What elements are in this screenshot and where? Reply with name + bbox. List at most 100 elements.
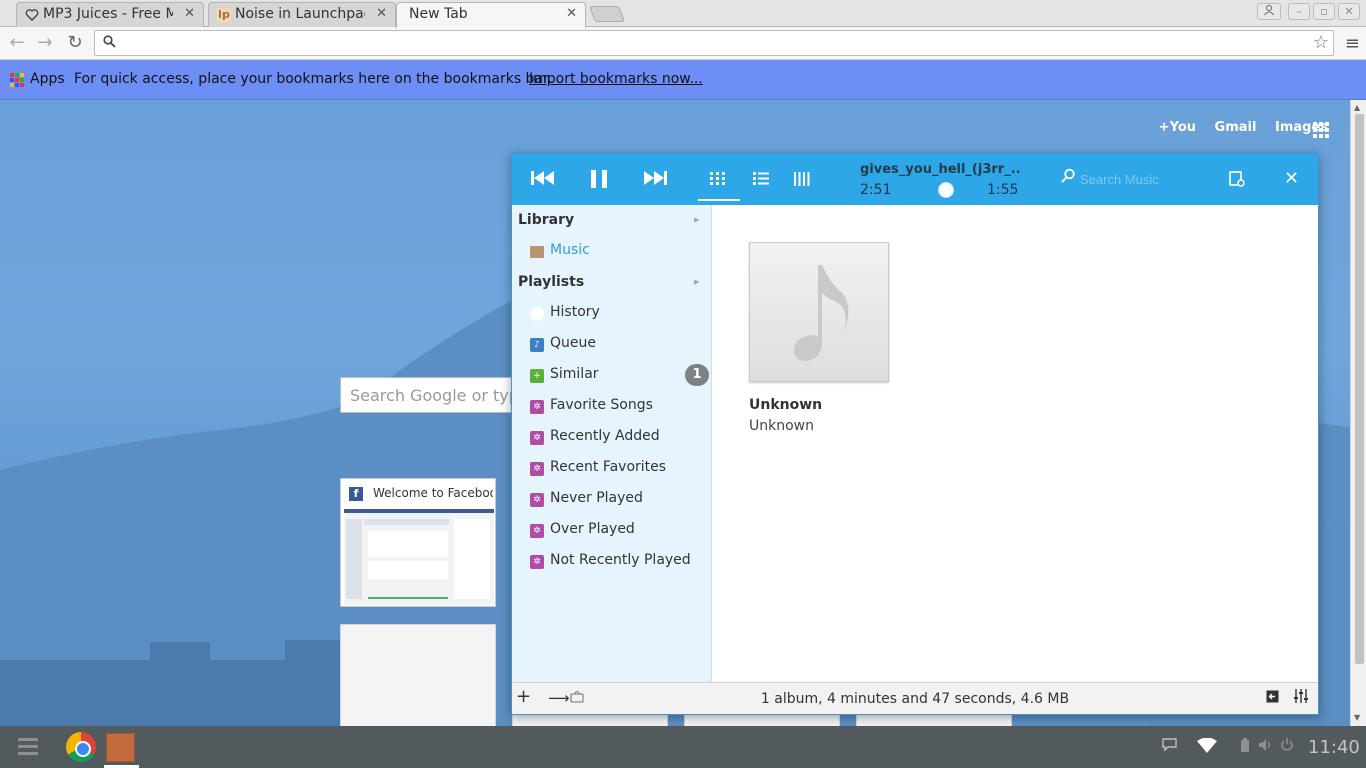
apps-grid-icon[interactable] xyxy=(10,73,24,87)
pause-icon[interactable] xyxy=(590,169,608,193)
search-icon xyxy=(103,35,116,52)
messaging-icon[interactable] xyxy=(1162,738,1177,756)
sidebar-item-similar[interactable]: + Similar xyxy=(530,365,710,389)
menu-icon[interactable]: ≡ xyxy=(1345,33,1360,54)
sidebar-item-never-played[interactable]: ✲ Never Played xyxy=(530,489,710,513)
sidebar-item-label: Similar xyxy=(550,366,599,382)
app-menu-icon[interactable] xyxy=(18,738,38,756)
power-icon[interactable] xyxy=(1280,738,1294,756)
bookmark-star-icon[interactable]: ☆ xyxy=(1313,32,1329,53)
sidebar-item-music[interactable]: Music xyxy=(530,241,710,265)
scroll-down-arrow-icon[interactable]: ▼ xyxy=(1354,713,1360,722)
back-icon[interactable]: ← xyxy=(6,32,28,54)
tab-launchpad[interactable]: lp Noise in Launchpad ✕ xyxy=(208,2,396,27)
gmail-link[interactable]: Gmail xyxy=(1215,120,1257,135)
import-bookmarks-link[interactable]: Import bookmarks now... xyxy=(529,71,703,87)
chrome-launcher-icon[interactable] xyxy=(66,732,96,762)
google-apps-icon[interactable] xyxy=(1313,122,1329,138)
bookmarks-bar: Apps For quick access, place your bookma… xyxy=(0,60,1366,100)
close-tab-icon[interactable]: ✕ xyxy=(566,6,577,21)
info-panel-icon[interactable] xyxy=(1266,689,1279,707)
library-heading[interactable]: Library xyxy=(518,212,574,228)
scroll-up-arrow-icon[interactable]: ▲ xyxy=(1354,103,1360,112)
smart-playlist-icon: ✲ xyxy=(530,431,544,445)
similar-count-badge: 1 xyxy=(685,364,709,386)
tab-title: MP3 Juices - Free MP3 Download xyxy=(43,6,173,22)
sidebar-item-label: Recent Favorites xyxy=(550,459,667,475)
equalizer-icon[interactable] xyxy=(1294,689,1308,707)
sidebar-item-label: Recently Added xyxy=(550,428,660,444)
maximize-button[interactable]: ▫ xyxy=(1313,3,1335,20)
smart-playlist-icon: ✲ xyxy=(530,462,544,476)
page-scrollbar[interactable]: ▲ ▼ xyxy=(1350,100,1366,726)
tab-new-tab[interactable]: New Tab ✕ xyxy=(396,2,586,28)
noise-launcher-icon[interactable] xyxy=(106,733,135,762)
sidebar-item-label: Music xyxy=(550,242,590,258)
google-search-input[interactable]: Search Google or type URL xyxy=(340,377,520,413)
tab-title: Noise in Launchpad xyxy=(235,6,365,22)
column-view-icon[interactable] xyxy=(794,172,810,190)
tab-strip: MP3 Juices - Free MP3 Download ✕ lp Nois… xyxy=(0,0,1366,28)
sidebar-item-over-played[interactable]: ✲ Over Played xyxy=(530,520,710,544)
album-artist[interactable]: Unknown xyxy=(749,418,814,434)
sidebar-item-recent-favorites[interactable]: ✲ Recent Favorites xyxy=(530,458,710,482)
album-title[interactable]: Unknown xyxy=(749,397,822,413)
browser-toolbar: ← → ↻ ☆ ≡ xyxy=(0,27,1366,60)
wifi-icon[interactable] xyxy=(1196,737,1218,758)
search-music-input[interactable] xyxy=(1080,169,1220,189)
plus-you-link[interactable]: +You xyxy=(1159,120,1196,135)
most-visited-thumbnail[interactable]: f Welcome to Facebook xyxy=(340,478,496,607)
apps-link[interactable]: Apps xyxy=(30,71,65,87)
active-view-indicator xyxy=(698,199,740,201)
forward-icon[interactable]: → xyxy=(34,32,56,54)
tab-mp3juices[interactable]: MP3 Juices - Free MP3 Download ✕ xyxy=(16,2,204,27)
player-status-bar: + ⟶ 1 album, 4 minutes and 47 seconds, 4… xyxy=(512,682,1318,714)
facebook-icon: f xyxy=(349,487,363,501)
new-tab-button[interactable] xyxy=(589,6,625,22)
sidebar-item-history[interactable]: History xyxy=(530,303,710,327)
bookmarks-hint: For quick access, place your bookmarks h… xyxy=(74,71,552,87)
grid-view-icon[interactable] xyxy=(710,172,726,190)
playlists-heading[interactable]: Playlists xyxy=(518,274,584,290)
minimize-button[interactable]: – xyxy=(1288,3,1310,20)
battery-icon[interactable] xyxy=(1240,738,1250,757)
sidebar-item-recently-added[interactable]: ✲ Recently Added xyxy=(530,427,710,451)
address-input[interactable] xyxy=(123,33,1303,53)
sidebar-item-queue[interactable]: ♪ Queue xyxy=(530,334,710,358)
album-cover[interactable] xyxy=(749,242,889,382)
sidebar-item-label: Not Recently Played xyxy=(550,552,691,568)
smart-playlist-icon: ✲ xyxy=(530,524,544,538)
sidebar-item-favorite-songs[interactable]: ✲ Favorite Songs xyxy=(530,396,710,420)
previous-track-icon[interactable] xyxy=(530,169,556,191)
close-tab-icon[interactable]: ✕ xyxy=(376,6,387,21)
expand-arrow-icon[interactable]: ▶ xyxy=(694,278,699,286)
sidebar-item-not-recently-played[interactable]: ✲ Not Recently Played xyxy=(530,551,710,575)
music-note-icon xyxy=(794,265,849,361)
most-visited-thumbnail-empty[interactable] xyxy=(340,624,496,726)
clock[interactable]: 11:40 xyxy=(1308,737,1360,758)
folder-icon xyxy=(530,246,544,258)
user-icon[interactable] xyxy=(1257,3,1281,20)
seek-slider-knob[interactable] xyxy=(937,182,954,198)
next-track-icon[interactable] xyxy=(642,169,668,191)
player-header-bar: gives_you_hell_(j3rr_... 2:51 1:55 ✕ xyxy=(512,154,1318,205)
close-icon[interactable]: ✕ xyxy=(1284,168,1299,189)
close-tab-icon[interactable]: ✕ xyxy=(184,6,195,21)
remaining-time: 1:55 xyxy=(987,182,1019,198)
google-links: +You Gmail Images xyxy=(1145,120,1328,135)
reload-icon[interactable]: ↻ xyxy=(64,32,86,54)
sidebar-item-label: Favorite Songs xyxy=(550,397,653,413)
sidebar-item-label: Never Played xyxy=(550,490,643,506)
now-playing-title: gives_you_hell_(j3rr_... xyxy=(860,162,1022,177)
equalizer-settings-icon[interactable] xyxy=(1228,170,1246,192)
smart-playlist-icon: ✲ xyxy=(530,555,544,569)
omnibox[interactable]: ☆ xyxy=(94,30,1334,56)
close-window-button[interactable]: ✕ xyxy=(1338,3,1360,20)
volume-icon[interactable] xyxy=(1258,738,1274,756)
expand-arrow-icon[interactable]: ▶ xyxy=(694,216,699,224)
scrollbar-thumb[interactable] xyxy=(1355,114,1364,664)
elapsed-time: 2:51 xyxy=(860,182,892,198)
list-view-icon[interactable] xyxy=(753,172,769,190)
player-sidebar: Library ▶ Music Playlists ▶ History ♪ Qu… xyxy=(512,205,712,682)
library-summary: 1 album, 4 minutes and 47 seconds, 4.6 M… xyxy=(760,691,1070,707)
